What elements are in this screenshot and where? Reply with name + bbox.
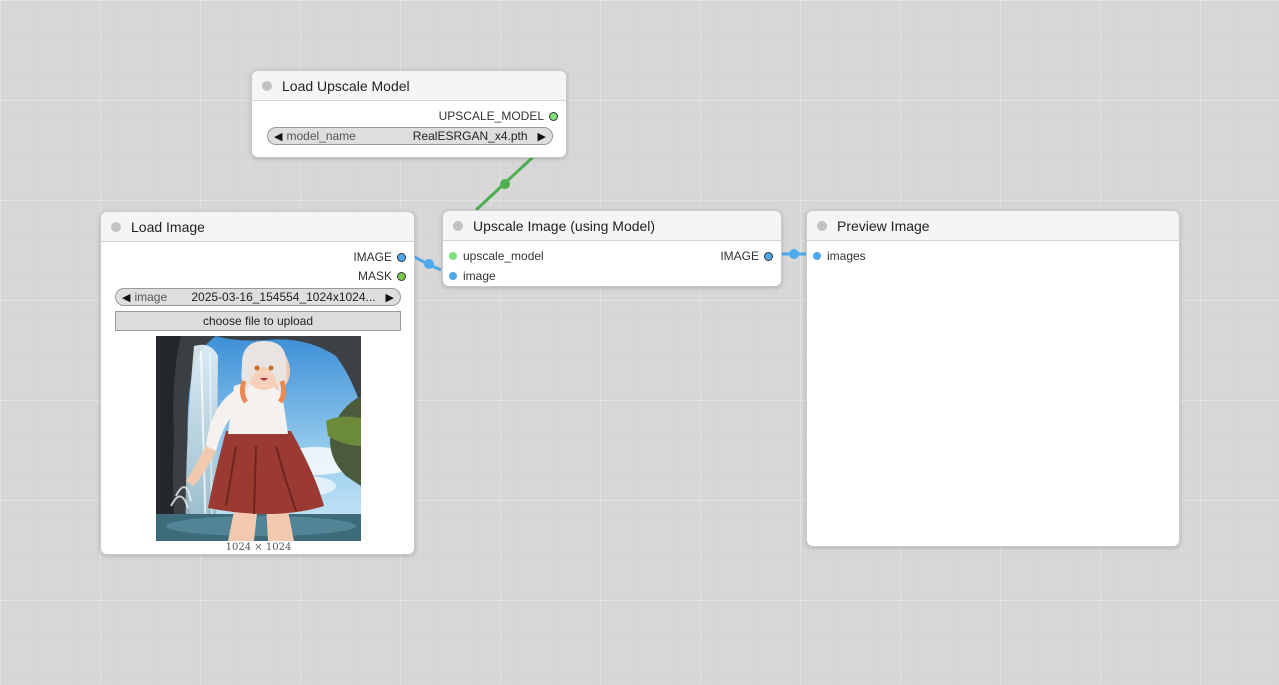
triangle-left-icon[interactable]: ◀ [274, 130, 282, 143]
input-slot-images[interactable]: images [813, 249, 866, 263]
output-label: IMAGE [720, 249, 759, 263]
collapse-dot-icon[interactable] [111, 221, 121, 232]
input-dot-icon[interactable] [449, 252, 457, 260]
collapse-dot-icon[interactable] [453, 220, 463, 231]
output-slot-mask[interactable]: MASK [358, 269, 406, 283]
input-dot-icon[interactable] [449, 272, 457, 280]
collapse-dot-icon[interactable] [262, 80, 272, 91]
output-slot-image[interactable]: IMAGE [720, 249, 773, 263]
output-dot-icon[interactable] [397, 271, 406, 281]
input-slot-upscale-model[interactable]: upscale_model [449, 249, 544, 263]
input-label: image [463, 269, 496, 283]
loaded-image-thumbnail [156, 336, 361, 541]
input-label: upscale_model [463, 249, 544, 263]
node-title: Upscale Image (using Model) [473, 217, 656, 234]
node-title: Load Upscale Model [282, 77, 410, 94]
node-load-image[interactable]: Load Image IMAGE MASK ◀ image 2025-03-16… [100, 211, 415, 555]
output-dot-icon[interactable] [764, 251, 773, 261]
node-header[interactable]: Upscale Image (using Model) [443, 211, 781, 241]
triangle-right-icon[interactable]: ▶ [386, 291, 394, 304]
output-label: UPSCALE_MODEL [438, 109, 544, 123]
output-label: MASK [357, 269, 392, 283]
widget-value: RealESRGAN_x4.pth [412, 129, 528, 143]
input-slot-image[interactable]: image [449, 269, 496, 283]
output-label: IMAGE [353, 250, 392, 264]
choose-file-button[interactable]: choose file to upload [115, 311, 401, 331]
node-preview-image[interactable]: Preview Image images [806, 210, 1180, 547]
widget-label: model_name [286, 129, 356, 143]
widget-value: 2025-03-16_154554_1024x1024... [191, 290, 376, 304]
node-upscale-image[interactable]: Upscale Image (using Model) upscale_mode… [442, 210, 782, 287]
node-header[interactable]: Load Upscale Model [252, 71, 566, 101]
output-dot-icon[interactable] [549, 111, 558, 121]
input-label: images [827, 249, 866, 263]
collapse-dot-icon[interactable] [817, 220, 827, 231]
output-slot-image[interactable]: IMAGE [353, 250, 406, 264]
output-dot-icon[interactable] [397, 252, 406, 262]
anime-girl-waterfall-image [156, 336, 361, 541]
image-size-caption: 1024 × 1024 [225, 542, 292, 553]
output-slot-upscale-model[interactable]: UPSCALE_MODEL [439, 109, 558, 123]
input-dot-icon[interactable] [813, 252, 821, 260]
node-title: Preview Image [837, 217, 930, 234]
node-load-upscale-model[interactable]: Load Upscale Model UPSCALE_MODEL ◀ model… [251, 70, 567, 158]
node-header[interactable]: Load Image [101, 212, 414, 242]
triangle-left-icon[interactable]: ◀ [122, 291, 130, 304]
triangle-right-icon[interactable]: ▶ [538, 130, 546, 143]
node-header[interactable]: Preview Image [807, 211, 1179, 241]
image-combo[interactable]: ◀ image 2025-03-16_154554_1024x1024... ▶ [115, 288, 401, 306]
model-name-combo[interactable]: ◀ model_name RealESRGAN_x4.pth ▶ [267, 127, 553, 145]
widget-label: image [134, 290, 168, 304]
node-title: Load Image [131, 218, 205, 235]
